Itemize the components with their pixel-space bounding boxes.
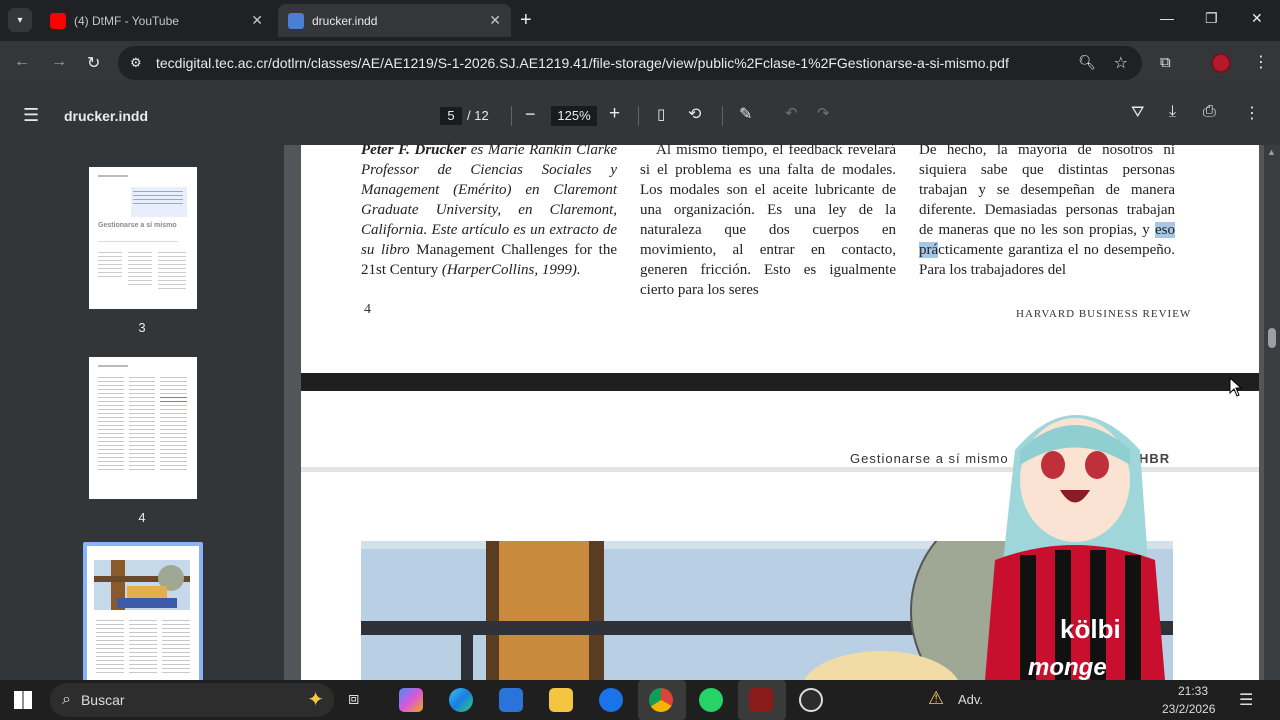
copilot-app-icon[interactable] <box>399 688 423 712</box>
chrome-icon[interactable] <box>649 688 673 712</box>
tab-youtube[interactable]: (4) DtMF - YouTube ✕ <box>40 4 273 37</box>
pdf-toolbar: ☰ drucker.indd 5 / 12 − 125% + ▯ ⟲ ✎ ↶ ↷… <box>0 85 1280 145</box>
thumbnail-sidebar[interactable]: Gestionarse a sí mismo 3 4 <box>0 145 284 680</box>
warning-icon[interactable]: ⚠ <box>928 688 944 709</box>
tab-title: drucker.indd <box>312 13 378 28</box>
new-tab-icon[interactable]: + <box>520 10 532 30</box>
author-name: Peter F. Drucker <box>361 142 467 158</box>
rotate-icon[interactable]: ⟲ <box>688 104 701 124</box>
toolbar-divider <box>722 106 723 126</box>
print-icon[interactable]: ⎙ <box>1203 103 1216 121</box>
windows-taskbar: ⌕ Buscar ✦ ⧈ ⚠ Adv. 21:33 23/2/2026 ☰ <box>0 680 1280 720</box>
scroll-up-arrow-icon[interactable]: ▲ <box>1267 147 1276 157</box>
document-title: drucker.indd <box>64 108 149 124</box>
shirt-sponsor-text-2: monge <box>1028 654 1107 681</box>
thumbnail-page-4[interactable] <box>89 357 197 499</box>
download-icon[interactable]: ⤓ <box>1169 103 1176 121</box>
page-number-input[interactable]: 5 <box>440 107 462 125</box>
zoom-input[interactable]: 125% <box>551 106 597 126</box>
author-bio: es Marie Rankin Clarke Professor de Cien… <box>361 142 617 258</box>
page-footer: HARVARD BUSINESS REVIEW <box>1016 308 1192 320</box>
tray-warning-text[interactable]: Adv. <box>958 692 983 707</box>
viewer-scrollbar-thumb[interactable] <box>1268 328 1276 348</box>
task-view-icon[interactable]: ⧈ <box>348 688 372 712</box>
site-info-icon[interactable]: ⚙ <box>130 55 150 71</box>
close-window-icon[interactable]: ✕ <box>1251 10 1263 27</box>
bookmark-star-icon[interactable]: ☆ <box>1114 53 1128 73</box>
thumbnail-page-3-preview <box>98 175 187 289</box>
url-text: tecdigital.tec.ac.cr/dotlrn/classes/AE/A… <box>156 55 1009 71</box>
toolbar-divider <box>638 106 639 126</box>
mouse-cursor-icon <box>1229 377 1243 397</box>
thumbnail-page-4-preview <box>98 365 187 470</box>
tab-strip: ▾ (4) DtMF - YouTube ✕ drucker.indd ✕ + … <box>0 0 1280 41</box>
restore-icon[interactable]: ❐ <box>1205 10 1218 27</box>
obs-icon[interactable] <box>799 688 823 712</box>
copilot-sparkle-icon: ✦ <box>307 689 324 711</box>
undo-icon[interactable]: ↶ <box>785 104 798 122</box>
thumbnail-page-5[interactable] <box>87 546 199 680</box>
shirt-sponsor-text: kölbi <box>1060 614 1121 644</box>
file-explorer-icon[interactable] <box>549 688 573 712</box>
viewer-scrollbar[interactable]: ▲ <box>1264 145 1280 680</box>
tab-search-button[interactable]: ▾ <box>8 8 32 32</box>
fit-page-icon[interactable]: ▯ <box>657 105 665 123</box>
pdf-page-4: Peter F. Drucker es Marie Rankin Clarke … <box>301 142 1259 373</box>
clock-date[interactable]: 23/2/2026 <box>1162 702 1215 716</box>
close-tab-icon[interactable]: ✕ <box>489 12 501 29</box>
outlook-icon[interactable] <box>599 688 623 712</box>
page4-column-3: De hecho, la mayoría de nosotros ni siqu… <box>919 140 1176 280</box>
tab-drucker[interactable]: drucker.indd ✕ <box>278 4 511 37</box>
search-icon: ⌕ <box>62 691 71 708</box>
drive-save-icon[interactable]: ⛛ <box>1131 104 1144 122</box>
total-pages: / 12 <box>467 108 489 123</box>
close-tab-icon[interactable]: ✕ <box>251 12 263 29</box>
page4-column-2: Al mismo tiempo, el feedback revelará si… <box>640 142 896 298</box>
whatsapp-icon[interactable] <box>699 688 723 712</box>
zoom-in-icon[interactable]: + <box>609 103 620 125</box>
edge-icon[interactable] <box>449 688 473 712</box>
annotate-icon[interactable]: ✎ <box>739 104 752 124</box>
more-options-icon[interactable]: ⋮ <box>1244 103 1260 123</box>
page-number: 4 <box>364 302 371 317</box>
publisher: (HarperCollins, 1999). <box>441 262 581 278</box>
app-icon[interactable] <box>749 688 773 712</box>
address-bar[interactable]: ⚙ tecdigital.tec.ac.cr/dotlrn/classes/AE… <box>118 46 1142 80</box>
col3-text-b: cticamente garantiza el no desempeño. Pa… <box>919 242 1175 278</box>
taskbar-search-placeholder: Buscar <box>80 692 125 708</box>
toolbar-divider <box>511 106 512 126</box>
thumbnail-page-5-preview <box>94 560 190 673</box>
back-icon[interactable]: ← <box>14 53 30 71</box>
thumbnail-label-3: 3 <box>138 320 146 335</box>
minimize-icon[interactable]: — <box>1160 10 1174 26</box>
store-icon[interactable] <box>499 688 523 712</box>
thumbnail-label-4: 4 <box>138 510 146 525</box>
page4-column-1: Peter F. Drucker es Marie Rankin Clarke … <box>361 140 617 280</box>
col3-text-a: De hecho, la mayoría de nosotros ni siqu… <box>919 142 1175 238</box>
tab-title: (4) DtMF - YouTube <box>74 13 179 28</box>
sidebar-menu-icon[interactable]: ☰ <box>23 105 39 126</box>
forward-icon[interactable]: → <box>51 53 67 71</box>
clock-time[interactable]: 21:33 <box>1178 684 1208 698</box>
redo-icon[interactable]: ↷ <box>817 104 830 122</box>
browser-menu-icon[interactable]: ⋮ <box>1253 52 1269 72</box>
notifications-icon[interactable]: ☰ <box>1239 690 1253 710</box>
tec-digital-icon <box>288 12 304 29</box>
thumbnail-page-3[interactable]: Gestionarse a sí mismo <box>89 167 197 309</box>
youtube-icon <box>50 12 66 29</box>
reload-icon[interactable]: ↻ <box>87 53 100 73</box>
taskbar-search-box[interactable]: ⌕ Buscar ✦ <box>50 683 334 717</box>
zoom-icon[interactable]: 🔍︎ <box>1078 54 1096 71</box>
thumbnail-heading: Gestionarse a sí mismo <box>98 222 177 229</box>
navigation-bar: ← → ↻ ⚙ tecdigital.tec.ac.cr/dotlrn/clas… <box>0 41 1280 85</box>
profile-avatar[interactable] <box>1211 53 1231 73</box>
windows-start-icon[interactable] <box>14 691 32 709</box>
page-separator <box>301 373 1259 391</box>
extensions-icon[interactable]: ⧉ <box>1160 54 1171 71</box>
zoom-out-icon[interactable]: − <box>525 104 536 125</box>
